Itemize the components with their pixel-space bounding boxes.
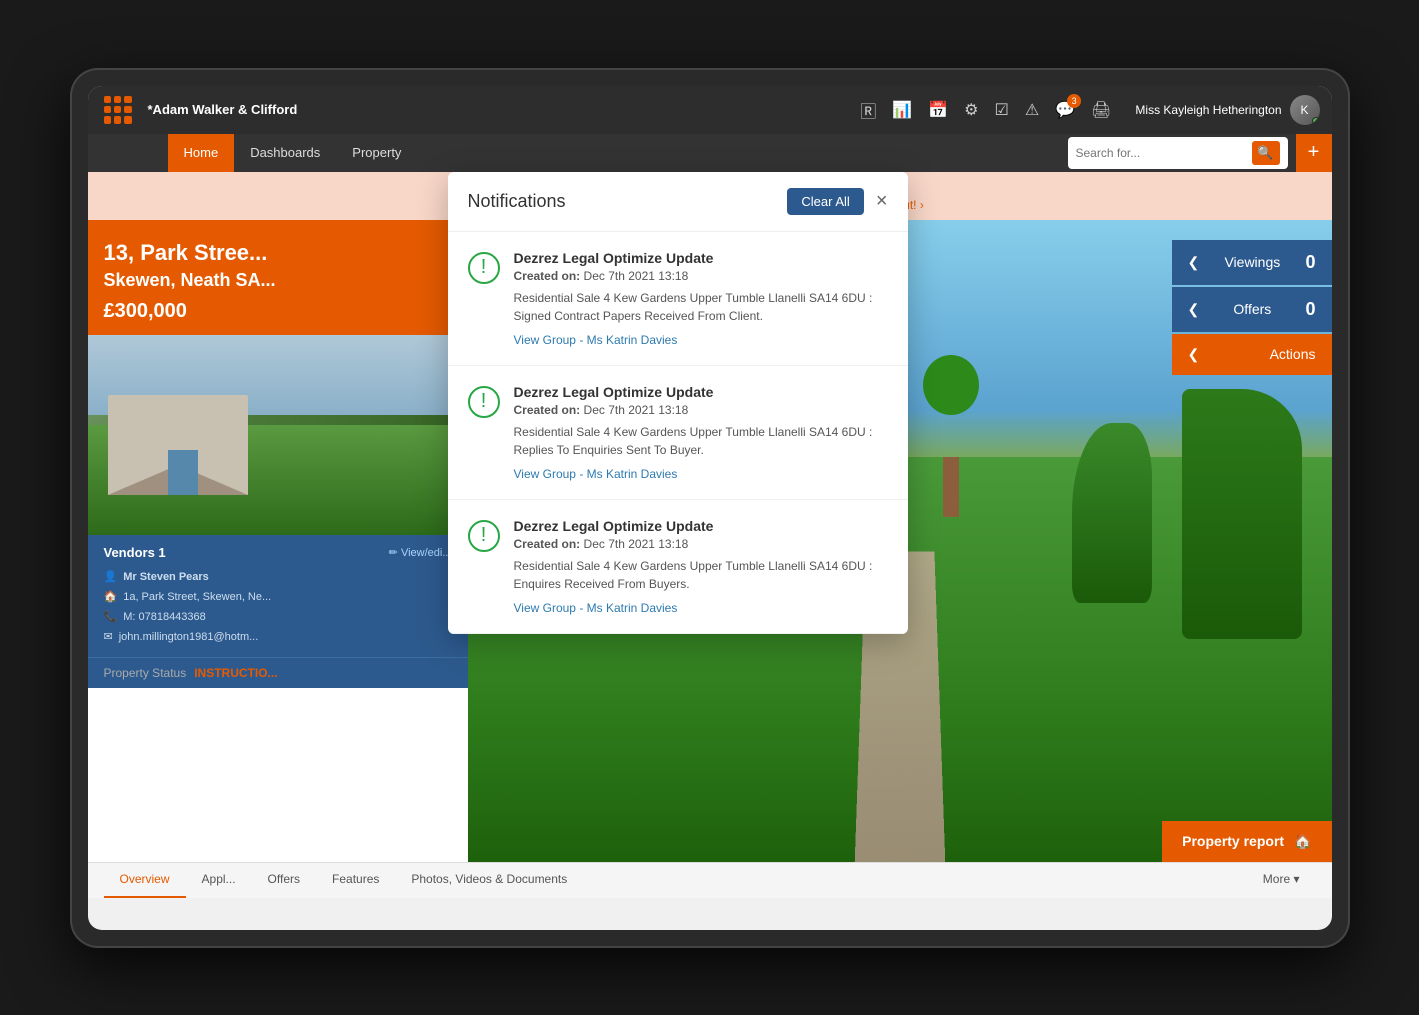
notif-content-3: Dezrez Legal Optimize Update Created on:… <box>514 518 888 615</box>
tablet-frame: *Adam Walker & Clifford 🅁 📊 📅 ⚙ ☑ ⚠ 💬 3 … <box>70 68 1350 948</box>
clear-all-button[interactable]: Clear All <box>787 188 863 215</box>
notif-title-2: Dezrez Legal Optimize Update <box>514 384 888 400</box>
notif-link-3[interactable]: View Group - Ms Katrin Davies <box>514 601 888 615</box>
notifications-title: Notifications <box>468 191 566 212</box>
notif-date-3: Created on: Dec 7th 2021 13:18 <box>514 537 888 551</box>
notif-icon-3: ! <box>468 520 500 552</box>
notif-body-1: Residential Sale 4 Kew Gardens Upper Tum… <box>514 289 888 325</box>
notification-item-3: ! Dezrez Legal Optimize Update Created o… <box>448 500 908 634</box>
notification-item-1: ! Dezrez Legal Optimize Update Created o… <box>448 232 908 366</box>
notif-icon-2: ! <box>468 386 500 418</box>
notifications-overlay: Notifications Clear All × ! Dezrez Legal… <box>88 86 1332 930</box>
notif-header-actions: Clear All × <box>787 188 887 215</box>
notif-content-1: Dezrez Legal Optimize Update Created on:… <box>514 250 888 347</box>
notifications-list: ! Dezrez Legal Optimize Update Created o… <box>448 232 908 634</box>
close-button[interactable]: × <box>876 191 888 211</box>
notification-item-2: ! Dezrez Legal Optimize Update Created o… <box>448 366 908 500</box>
notif-title-1: Dezrez Legal Optimize Update <box>514 250 888 266</box>
notif-date-2: Created on: Dec 7th 2021 13:18 <box>514 403 888 417</box>
notif-body-3: Residential Sale 4 Kew Gardens Upper Tum… <box>514 557 888 593</box>
notif-title-3: Dezrez Legal Optimize Update <box>514 518 888 534</box>
notif-icon-1: ! <box>468 252 500 284</box>
notifications-header: Notifications Clear All × <box>448 172 908 232</box>
notif-body-2: Residential Sale 4 Kew Gardens Upper Tum… <box>514 423 888 459</box>
notif-date-1: Created on: Dec 7th 2021 13:18 <box>514 269 888 283</box>
tablet-screen: *Adam Walker & Clifford 🅁 📊 📅 ⚙ ☑ ⚠ 💬 3 … <box>88 86 1332 930</box>
notif-content-2: Dezrez Legal Optimize Update Created on:… <box>514 384 888 481</box>
notif-link-2[interactable]: View Group - Ms Katrin Davies <box>514 467 888 481</box>
notif-link-1[interactable]: View Group - Ms Katrin Davies <box>514 333 888 347</box>
notifications-panel: Notifications Clear All × ! Dezrez Legal… <box>448 172 908 634</box>
